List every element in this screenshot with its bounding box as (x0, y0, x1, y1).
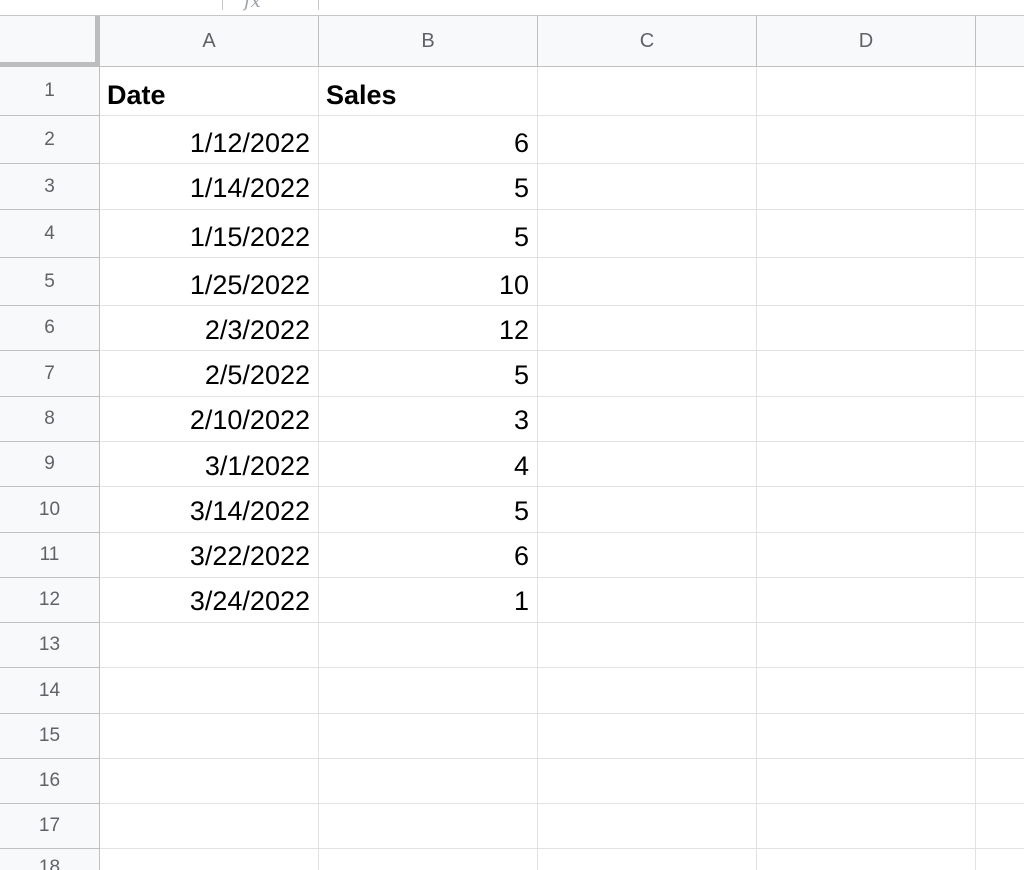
row-header[interactable]: 3 (0, 164, 99, 210)
formula-bar: fx (0, 0, 1024, 16)
row-header[interactable]: 13 (0, 623, 99, 668)
cell-b5[interactable]: 10 (319, 261, 537, 309)
row-header[interactable]: 11 (0, 533, 99, 578)
formula-bar-divider (318, 0, 319, 10)
row-header[interactable]: 17 (0, 804, 99, 849)
row-header[interactable]: 9 (0, 442, 99, 487)
column-header-d[interactable]: D (757, 16, 976, 66)
cell-a6[interactable]: 2/3/2022 (100, 307, 318, 353)
row-header[interactable]: 5 (0, 258, 99, 306)
column-header-b[interactable]: B (319, 16, 538, 66)
row-header-column: 1 2 3 4 5 6 7 8 9 10 11 12 13 14 15 16 1… (0, 67, 100, 870)
row-header[interactable]: 10 (0, 487, 99, 533)
cell-a1[interactable]: Date (100, 71, 318, 119)
row-header[interactable]: 2 (0, 116, 99, 164)
cell-b6[interactable]: 12 (319, 307, 537, 353)
row-header[interactable]: 8 (0, 397, 99, 442)
cell-a7[interactable]: 2/5/2022 (100, 352, 318, 398)
spreadsheet: fx A B C D 1 2 3 4 5 6 7 8 9 10 11 12 13… (0, 0, 1024, 870)
row-header[interactable]: 16 (0, 759, 99, 804)
formula-bar-divider (222, 0, 223, 10)
row-header[interactable]: 7 (0, 351, 99, 397)
column-header-e[interactable] (976, 16, 1024, 66)
column-header-row: A B C D (0, 16, 1024, 67)
cell-b9[interactable]: 4 (319, 443, 537, 489)
row-header[interactable]: 12 (0, 578, 99, 623)
cell-a2[interactable]: 1/12/2022 (100, 119, 318, 167)
column-header-c[interactable]: C (538, 16, 757, 66)
cell-b11[interactable]: 6 (319, 533, 537, 579)
row-header[interactable]: 1 (0, 67, 99, 116)
cell-a12[interactable]: 3/24/2022 (100, 578, 318, 624)
cell-b8[interactable]: 3 (319, 397, 537, 443)
cell-a4[interactable]: 1/15/2022 (100, 213, 318, 261)
cell-a3[interactable]: 1/14/2022 (100, 165, 318, 211)
cell-b4[interactable]: 5 (319, 213, 537, 261)
cell-b2[interactable]: 6 (319, 119, 537, 167)
cell-b7[interactable]: 5 (319, 352, 537, 398)
cell-a9[interactable]: 3/1/2022 (100, 443, 318, 489)
fx-icon: fx (244, 0, 261, 12)
cell-a8[interactable]: 2/10/2022 (100, 397, 318, 443)
column-header-a[interactable]: A (100, 16, 319, 66)
cell-a10[interactable]: 3/14/2022 (100, 488, 318, 534)
cell-a11[interactable]: 3/22/2022 (100, 533, 318, 579)
cell-b3[interactable]: 5 (319, 165, 537, 211)
cell-a5[interactable]: 1/25/2022 (100, 261, 318, 309)
row-header[interactable]: 4 (0, 210, 99, 258)
row-header[interactable]: 18 (0, 849, 99, 870)
cell-b1[interactable]: Sales (319, 71, 537, 119)
cell-b12[interactable]: 1 (319, 578, 537, 624)
select-all-corner[interactable] (0, 16, 100, 67)
cell-grid[interactable]: Date Sales 1/12/2022 6 1/14/2022 5 1/15/… (100, 67, 1024, 870)
row-header[interactable]: 15 (0, 714, 99, 759)
cell-b10[interactable]: 5 (319, 488, 537, 534)
row-header[interactable]: 14 (0, 668, 99, 714)
row-header[interactable]: 6 (0, 306, 99, 351)
